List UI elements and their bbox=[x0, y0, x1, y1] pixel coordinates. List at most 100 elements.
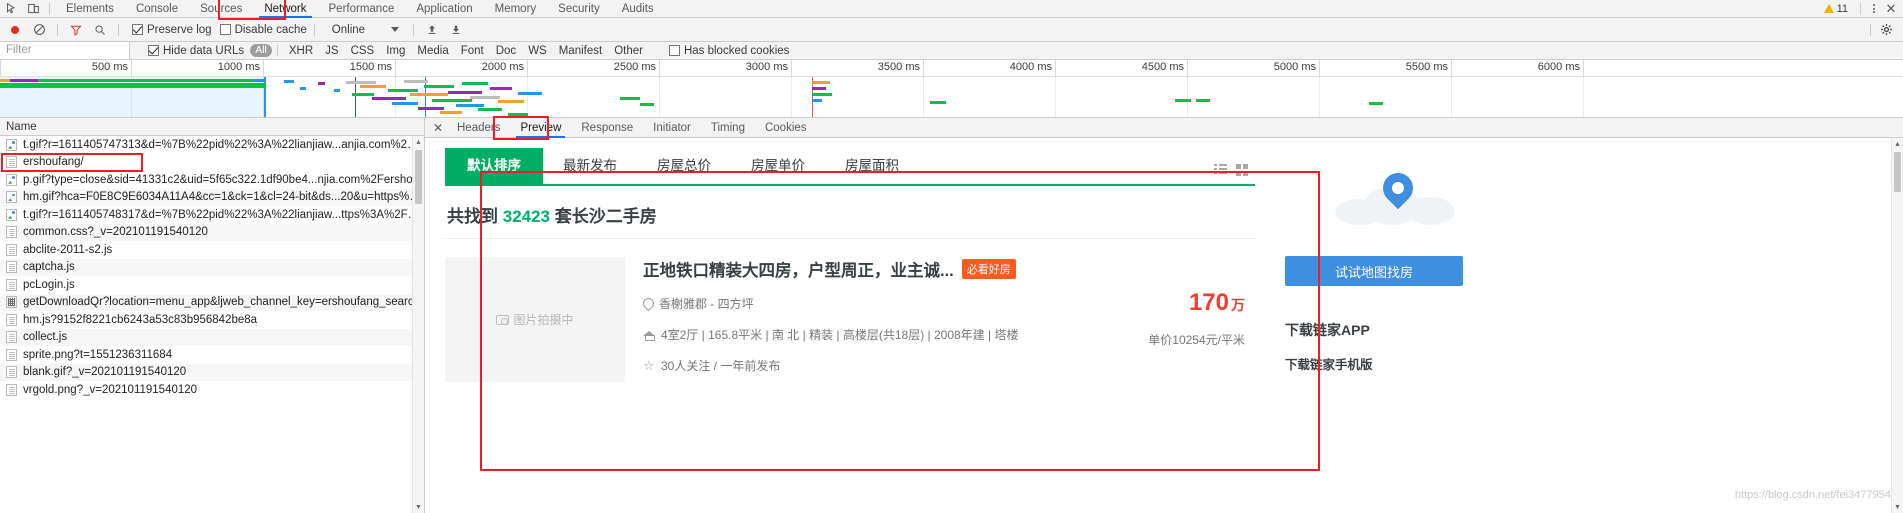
tab-performance[interactable]: Performance bbox=[318, 0, 406, 18]
request-list-header[interactable]: Name bbox=[0, 118, 424, 136]
tab-console[interactable]: Console bbox=[125, 0, 189, 18]
filter-type-img[interactable]: Img bbox=[380, 45, 411, 57]
filter-type-css[interactable]: CSS bbox=[345, 45, 381, 57]
request-name: ershoufang/ bbox=[23, 156, 84, 169]
map-illustration bbox=[1285, 156, 1505, 244]
request-name: captcha.js bbox=[23, 261, 75, 274]
request-list-panel: Name t.gif?r=1611405747313&d=%7B%22pid%2… bbox=[0, 118, 425, 513]
disable-cache-checkbox[interactable]: Disable cache bbox=[219, 24, 307, 36]
sort-tab-default[interactable]: 默认排序 bbox=[445, 148, 543, 184]
filter-input[interactable]: Filter bbox=[0, 42, 130, 59]
gear-icon[interactable] bbox=[1875, 19, 1897, 41]
preview-scrollbar[interactable]: ▲ ▼ bbox=[1891, 138, 1903, 513]
filter-type-doc[interactable]: Doc bbox=[490, 45, 522, 57]
filter-type-all[interactable]: All bbox=[250, 44, 272, 57]
request-name: pcLogin.js bbox=[23, 278, 75, 291]
document-file-icon bbox=[6, 243, 17, 256]
close-icon[interactable]: ✕ bbox=[429, 121, 447, 135]
preserve-log-checkbox[interactable]: Preserve log bbox=[132, 24, 212, 36]
tab-timing[interactable]: Timing bbox=[701, 118, 755, 138]
preview-pane[interactable]: 默认排序 最新发布 房屋总价 房屋单价 房屋面积 共找到 32423 套长沙二手… bbox=[425, 138, 1903, 513]
list-item[interactable]: 图片拍摄中 正地铁口精装大四房，户型周正，业主诚... 必看好房 香榭雅郡 - … bbox=[445, 239, 1255, 382]
inspect-element-icon[interactable] bbox=[0, 0, 22, 18]
filter-type-manifest[interactable]: Manifest bbox=[553, 45, 608, 57]
filter-type-js[interactable]: JS bbox=[319, 45, 344, 57]
filter-type-ws[interactable]: WS bbox=[522, 45, 553, 57]
scrollbar-thumb[interactable] bbox=[1894, 152, 1901, 192]
document-file-icon bbox=[6, 278, 17, 291]
device-toolbar-icon[interactable] bbox=[22, 0, 44, 18]
table-row[interactable]: p.gif?type=close&sid=41331c2&uid=5f65c32… bbox=[0, 171, 424, 189]
table-row[interactable]: abclite-2011-s2.js bbox=[0, 241, 424, 259]
sort-tab-newest[interactable]: 最新发布 bbox=[543, 148, 637, 184]
network-overview[interactable]: 500 ms 1000 ms 1500 ms 2000 ms 2500 ms 3… bbox=[0, 60, 1903, 118]
record-dot-icon[interactable] bbox=[4, 19, 26, 41]
table-row[interactable]: vrgold.png?_v=202101191540120 bbox=[0, 381, 424, 399]
scrollbar-thumb[interactable] bbox=[415, 150, 422, 204]
tab-elements-label: Elements bbox=[66, 2, 114, 15]
filter-type-font[interactable]: Font bbox=[455, 45, 490, 57]
tab-memory[interactable]: Memory bbox=[484, 0, 548, 18]
scroll-up-icon[interactable]: ▲ bbox=[1892, 138, 1903, 150]
table-row[interactable]: captcha.js bbox=[0, 258, 424, 276]
tab-sources[interactable]: Sources bbox=[189, 0, 253, 18]
table-row[interactable]: t.gif?r=1611405747313&d=%7B%22pid%22%3A%… bbox=[0, 136, 424, 154]
listing-thumbnail[interactable]: 图片拍摄中 bbox=[445, 257, 625, 382]
results-total-count: 32423 bbox=[502, 207, 551, 226]
table-row[interactable]: t.gif?r=1611405748317&d=%7B%22pid%22%3A%… bbox=[0, 206, 424, 224]
tab-security[interactable]: Security bbox=[547, 0, 611, 18]
table-row[interactable]: pcLogin.js bbox=[0, 276, 424, 294]
table-row[interactable]: common.css?_v=202101191540120 bbox=[0, 223, 424, 241]
warning-count-indicator[interactable]: 11 bbox=[1823, 3, 1854, 15]
overview-graph[interactable] bbox=[0, 77, 1903, 117]
listing-price-block: 170 万 单价10254元/平米 bbox=[1148, 289, 1245, 348]
ruler-tick-label: 1500 ms bbox=[349, 61, 392, 73]
funnel-icon[interactable] bbox=[65, 19, 87, 41]
results-total: 共找到 32423 套长沙二手房 bbox=[445, 186, 1255, 239]
tab-network[interactable]: Network bbox=[253, 0, 317, 18]
request-rows[interactable]: t.gif?r=1611405747313&d=%7B%22pid%22%3A%… bbox=[0, 136, 424, 513]
table-row[interactable]: hm.gif?hca=F0E8C9E6034A11A4&cc=1&ck=1&cl… bbox=[0, 188, 424, 206]
sort-tab-unit-price[interactable]: 房屋单价 bbox=[731, 148, 825, 184]
filter-type-other[interactable]: Other bbox=[608, 45, 649, 57]
has-blocked-cookies-checkbox[interactable] bbox=[668, 45, 680, 56]
table-row[interactable]: hm.js?9152f8221cb6243a53c83b956842be8a bbox=[0, 311, 424, 329]
tab-elements[interactable]: Elements bbox=[55, 0, 125, 18]
clear-circle-icon[interactable] bbox=[28, 19, 50, 41]
download-arrow-icon[interactable] bbox=[445, 19, 467, 41]
tab-cookies[interactable]: Cookies bbox=[755, 118, 817, 138]
table-row[interactable]: sprite.png?t=1551236311684 bbox=[0, 346, 424, 364]
filter-type-media[interactable]: Media bbox=[411, 45, 454, 57]
search-icon[interactable] bbox=[89, 19, 111, 41]
tab-initiator[interactable]: Initiator bbox=[643, 118, 701, 138]
request-list-scrollbar[interactable]: ▲ ▼ bbox=[412, 136, 424, 513]
list-view-icon[interactable] bbox=[1214, 164, 1227, 175]
sort-tab-total-price[interactable]: 房屋总价 bbox=[637, 148, 731, 184]
tab-headers[interactable]: Headers bbox=[447, 118, 510, 138]
sort-tab-area[interactable]: 房屋面积 bbox=[825, 148, 919, 184]
tab-response[interactable]: Response bbox=[571, 118, 643, 138]
filter-type-xhr[interactable]: XHR bbox=[283, 45, 319, 57]
request-name: p.gif?type=close&sid=41331c2&uid=5f65c32… bbox=[23, 173, 420, 186]
kebab-menu-icon[interactable] bbox=[1867, 4, 1881, 13]
tab-audits[interactable]: Audits bbox=[611, 0, 665, 18]
throttling-dropdown[interactable]: Online bbox=[332, 24, 400, 36]
hide-data-urls-label: Hide data URLs bbox=[163, 44, 245, 57]
table-row[interactable]: getDownloadQr?location=menu_app&ljweb_ch… bbox=[0, 293, 424, 311]
scroll-down-icon[interactable]: ▼ bbox=[413, 501, 424, 513]
table-row[interactable]: ershoufang/ bbox=[0, 153, 424, 171]
listing-location[interactable]: 香榭雅郡 - 四方坪 bbox=[659, 295, 754, 312]
grid-view-icon[interactable] bbox=[1236, 164, 1249, 175]
hide-data-urls-checkbox[interactable] bbox=[148, 45, 159, 56]
table-row[interactable]: collect.js bbox=[0, 328, 424, 346]
close-icon[interactable]: ✕ bbox=[1883, 2, 1899, 15]
try-map-search-button[interactable]: 试试地图找房 bbox=[1285, 256, 1463, 286]
listing-title[interactable]: 正地铁口精装大四房，户型周正，业主诚... bbox=[643, 257, 954, 281]
tab-application[interactable]: Application bbox=[405, 0, 483, 18]
table-row[interactable]: blank.gif?_v=202101191540120 bbox=[0, 363, 424, 381]
scroll-up-icon[interactable]: ▲ bbox=[413, 136, 424, 148]
scroll-down-icon[interactable]: ▼ bbox=[1892, 501, 1903, 513]
upload-arrow-icon[interactable] bbox=[421, 19, 443, 41]
tab-preview[interactable]: Preview bbox=[510, 118, 571, 138]
results-total-suffix: 套长沙二手房 bbox=[554, 207, 657, 226]
